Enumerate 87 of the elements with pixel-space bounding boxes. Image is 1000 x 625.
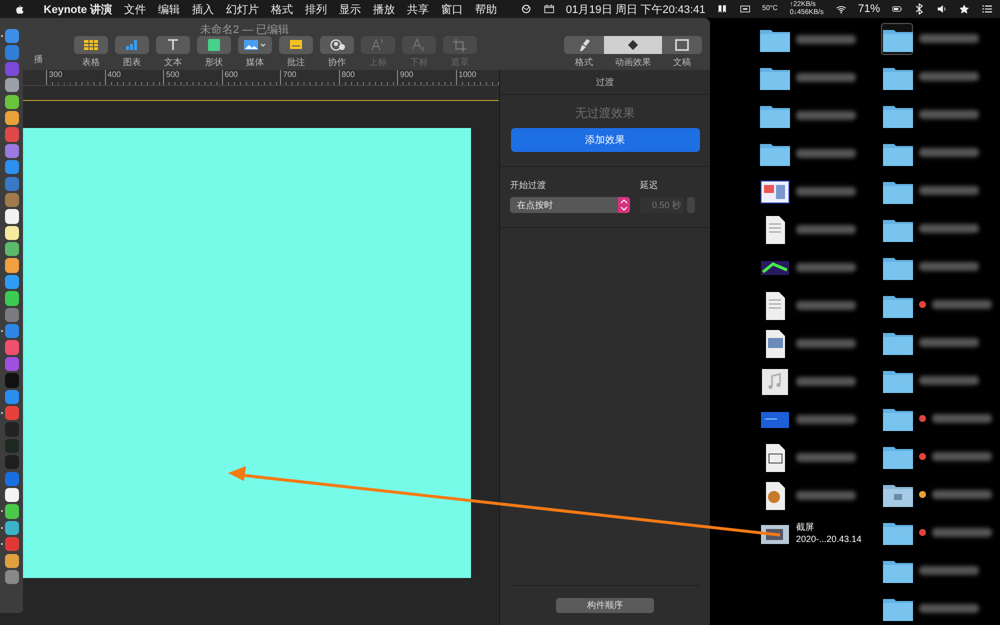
blurred-label <box>932 414 992 423</box>
blurred-label <box>919 148 979 158</box>
panel-header: 过渡 <box>500 70 710 95</box>
menu-item[interactable]: 帮助 <box>475 2 498 16</box>
blurred-label <box>796 414 856 424</box>
desktop-item[interactable] <box>881 22 913 55</box>
menu-item[interactable]: 幻灯片 <box>226 2 260 16</box>
calendar-icon <box>544 3 554 15</box>
blurred-label <box>919 110 979 120</box>
blurred-label <box>796 452 856 462</box>
image-icon <box>243 38 267 52</box>
app-icon[interactable] <box>5 110 19 126</box>
bar-chart-icon <box>124 38 140 52</box>
file-name: 截屏 <box>796 521 815 533</box>
blurred-label <box>796 262 856 272</box>
battery-percent-text: 71% <box>858 3 880 15</box>
start-dropdown[interactable]: 在点按时 <box>510 197 630 213</box>
menu-item[interactable]: 编辑 <box>158 2 180 16</box>
blurred-label <box>932 452 992 461</box>
blurred-label <box>919 34 979 44</box>
blurred-label <box>796 72 856 82</box>
window-title: 未命名2 — 已编辑 <box>200 23 290 37</box>
menu-item[interactable]: Keynote 讲演 <box>44 2 112 16</box>
menu-item[interactable]: 文件 <box>124 2 146 16</box>
empty-state-text: 无过渡效果 <box>575 105 635 122</box>
blurred-label <box>919 72 979 82</box>
square-icon <box>206 38 222 52</box>
bluetooth-icon <box>914 3 925 15</box>
blurred-label <box>919 338 979 347</box>
blurred-label <box>796 148 856 158</box>
blurred-label <box>932 490 992 499</box>
file-name: 2020-...20.43.14 <box>796 533 862 545</box>
note-icon <box>288 38 304 52</box>
menu-item[interactable]: 共享 <box>407 2 430 16</box>
blurred-label <box>919 262 979 272</box>
app-icon[interactable] <box>5 242 19 256</box>
app-icon[interactable] <box>5 78 19 92</box>
menu-item[interactable]: 插入 <box>192 2 214 16</box>
blurred-label <box>796 186 856 196</box>
play-label[interactable]: 播 <box>34 53 43 66</box>
document-icon <box>674 38 690 52</box>
blurred-label <box>919 604 979 613</box>
blurred-label <box>796 376 856 386</box>
app-icon[interactable] <box>5 504 19 519</box>
blurred-label <box>919 224 979 234</box>
delay-label: 延迟 <box>640 179 659 192</box>
blurred-label <box>796 338 856 348</box>
app-icon[interactable] <box>5 258 19 273</box>
blurred-label <box>919 186 979 196</box>
list-icon <box>982 3 992 15</box>
blurred-label <box>932 528 992 537</box>
blurred-label <box>919 376 979 385</box>
bookmark-icon <box>717 3 728 15</box>
clock-text: 01月19日 周日 下午20:43:41 <box>566 2 706 16</box>
app-icon[interactable] <box>5 520 19 536</box>
star-icon <box>959 3 970 15</box>
diamond-icon <box>625 38 641 52</box>
blurred-label <box>796 110 856 120</box>
app-icon[interactable] <box>5 554 19 568</box>
app-icon[interactable] <box>5 209 19 224</box>
blurred-label <box>919 566 979 575</box>
menu-item[interactable]: 格式 <box>271 2 294 16</box>
add-effect-button[interactable]: 添加效果 <box>510 128 700 152</box>
blurred-label <box>796 490 856 500</box>
menu-item[interactable]: 显示 <box>339 2 362 16</box>
menu-item[interactable]: 排列 <box>305 2 328 16</box>
blurred-label <box>796 224 856 234</box>
menu-item[interactable]: 窗口 <box>441 2 464 16</box>
app-icon[interactable] <box>5 291 19 306</box>
music-file-icon <box>759 366 791 398</box>
table-icon <box>83 38 99 52</box>
text-icon <box>165 38 181 52</box>
app-icon[interactable] <box>5 488 19 502</box>
crop-icon <box>452 38 468 52</box>
start-transition-label: 开始过渡 <box>510 179 547 192</box>
blurred-label <box>796 34 856 44</box>
app-icon[interactable] <box>5 94 19 109</box>
wifi-icon <box>836 3 846 15</box>
app-icon[interactable] <box>5 226 19 240</box>
blurred-label <box>796 300 856 310</box>
display-icon <box>740 3 750 15</box>
speaker-icon <box>936 3 948 15</box>
people-icon <box>329 38 345 52</box>
build-order-button[interactable]: 构件顺序 <box>556 598 654 613</box>
menu-item[interactable]: 播放 <box>373 2 396 16</box>
chevron-icon <box>618 197 630 213</box>
blurred-label <box>932 300 992 310</box>
